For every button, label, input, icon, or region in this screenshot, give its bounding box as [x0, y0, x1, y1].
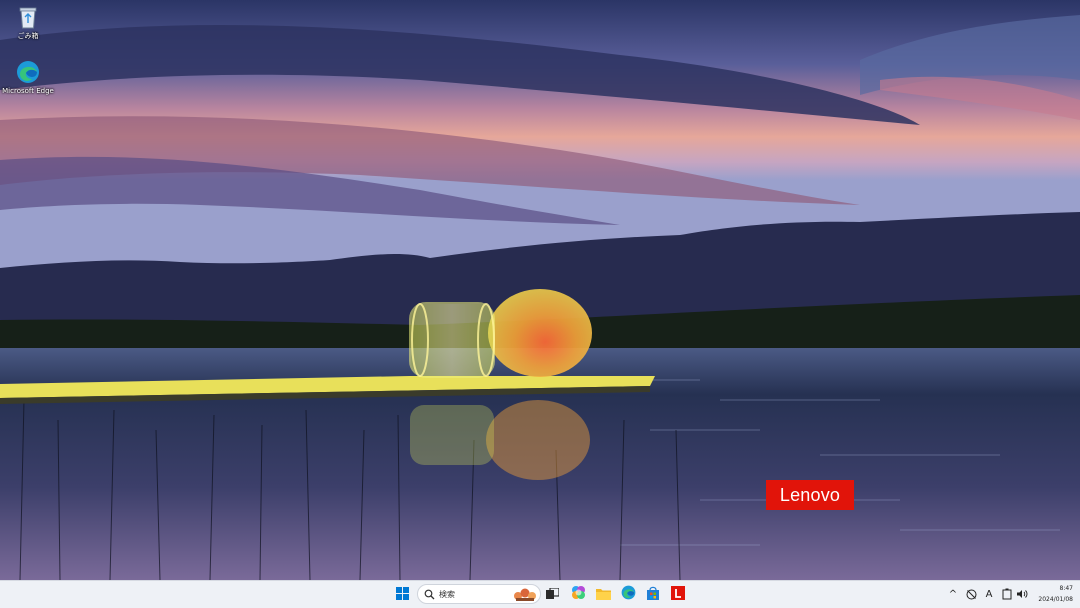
show-hidden-icons-chevron-icon[interactable]: ^ [946, 587, 960, 601]
folder-icon [596, 585, 611, 604]
taskbar: 検索 ^ A 8:47 2024/01/08 [0, 580, 1080, 608]
search-input[interactable]: 検索 [417, 584, 541, 604]
edge-icon [621, 585, 636, 604]
system-clock[interactable]: 8:47 2024/01/08 [1033, 583, 1073, 605]
ime-mode-indicator[interactable]: A [982, 587, 996, 601]
search-highlight-illustration-icon [512, 587, 538, 602]
task-view-icon [546, 585, 560, 604]
lenovo-l-icon [670, 585, 685, 604]
network-disconnected-icon[interactable] [964, 587, 978, 601]
task-view-button[interactable] [542, 584, 563, 605]
recycle-bin-icon [16, 5, 40, 29]
start-button[interactable] [392, 584, 413, 605]
edge-button[interactable] [618, 584, 639, 605]
lenovo-logo-badge: Lenovo [766, 480, 854, 510]
clock-date: 2024/01/08 [1038, 596, 1073, 603]
store-button[interactable] [642, 584, 663, 605]
search-placeholder: 検索 [439, 590, 455, 599]
store-icon [646, 585, 660, 604]
desktop[interactable]: ごみ箱 Microsoft Edge Lenovo [0, 0, 1080, 580]
edge-icon [16, 60, 40, 84]
volume-icon[interactable] [1015, 587, 1029, 601]
search-icon [424, 589, 435, 600]
file-explorer-button[interactable] [593, 584, 614, 605]
desktop-icon-label: Microsoft Edge [2, 87, 54, 95]
desktop-icon-label: ごみ箱 [17, 32, 39, 40]
desktop-icon-recycle-bin[interactable]: ごみ箱 [0, 0, 56, 54]
clock-time: 8:47 [1059, 585, 1073, 592]
copilot-icon [571, 585, 586, 604]
desktop-icon-edge[interactable]: Microsoft Edge [0, 55, 56, 109]
wallpaper-image [0, 0, 1080, 580]
windows-logo-icon [396, 585, 409, 604]
lenovo-app-button[interactable] [667, 584, 688, 605]
battery-icon[interactable] [1000, 587, 1014, 601]
copilot-button[interactable] [568, 584, 589, 605]
